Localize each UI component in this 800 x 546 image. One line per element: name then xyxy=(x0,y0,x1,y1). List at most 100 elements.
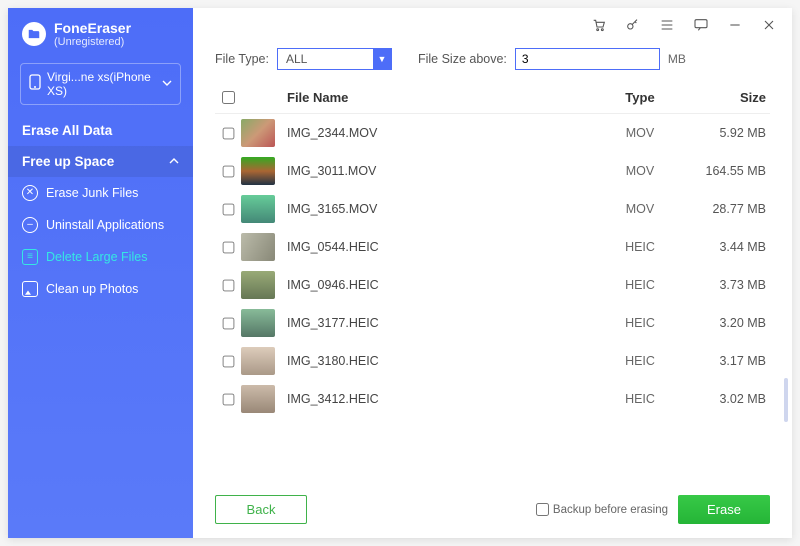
table-row[interactable]: IMG_0946.HEICHEIC3.73 MB xyxy=(215,266,770,304)
sidebar-item-label: Erase Junk Files xyxy=(46,186,138,200)
file-list: IMG_2344.MOVMOV5.92 MBIMG_3011.MOVMOV164… xyxy=(215,114,770,483)
row-checkbox[interactable] xyxy=(222,279,234,291)
backup-before-erasing[interactable]: Backup before erasing xyxy=(536,503,668,516)
brand-subtitle: (Unregistered) xyxy=(54,36,131,49)
back-button[interactable]: Back xyxy=(215,495,307,524)
file-name: IMG_3177.HEIC xyxy=(287,316,600,330)
brand-title: FoneEraser xyxy=(54,20,131,36)
thumbnail-icon xyxy=(241,271,275,299)
file-type: HEIC xyxy=(600,278,680,292)
table-row[interactable]: IMG_3011.MOVMOV164.55 MB xyxy=(215,152,770,190)
dropdown-arrow-icon[interactable]: ▼ xyxy=(373,49,391,69)
device-selector[interactable]: Virgi...ne xs(iPhone XS) xyxy=(20,63,181,105)
row-checkbox[interactable] xyxy=(222,241,234,253)
file-type: HEIC xyxy=(600,240,680,254)
file-name: IMG_0544.HEIC xyxy=(287,240,600,254)
chevron-down-icon xyxy=(162,77,172,91)
file-name: IMG_2344.MOV xyxy=(287,126,600,140)
photo-icon xyxy=(22,281,38,297)
file-size-input[interactable] xyxy=(515,48,660,70)
sidebar-item-junk-files[interactable]: ✕ Erase Junk Files xyxy=(8,177,193,209)
file-size: 3.02 MB xyxy=(680,392,770,406)
titlebar-controls xyxy=(590,16,778,34)
scrollbar-thumb[interactable] xyxy=(784,378,788,422)
feedback-icon[interactable] xyxy=(692,16,710,34)
thumbnail-icon xyxy=(241,309,275,337)
table-header: File Name Type Size xyxy=(215,84,770,114)
sidebar-item-clean-photos[interactable]: Clean up Photos xyxy=(8,273,193,305)
file-name: IMG_0946.HEIC xyxy=(287,278,600,292)
row-checkbox[interactable] xyxy=(222,393,234,405)
cart-icon[interactable] xyxy=(590,16,608,34)
brand-logo-icon xyxy=(22,22,46,46)
file-type: HEIC xyxy=(600,392,680,406)
sidebar-item-large-files[interactable]: ≡ Delete Large Files xyxy=(8,241,193,273)
thumbnail-icon xyxy=(241,195,275,223)
col-name: File Name xyxy=(287,90,600,105)
minimize-icon[interactable] xyxy=(726,16,744,34)
thumbnail-icon xyxy=(241,347,275,375)
file-size: 28.77 MB xyxy=(680,202,770,216)
phone-icon xyxy=(29,74,41,93)
backup-checkbox[interactable] xyxy=(536,503,549,516)
close-icon[interactable] xyxy=(760,16,778,34)
file-size: 164.55 MB xyxy=(680,164,770,178)
file-size-unit: MB xyxy=(668,52,686,66)
row-checkbox[interactable] xyxy=(222,127,234,139)
sidebar-erase-all[interactable]: Erase All Data xyxy=(8,115,193,146)
sidebar-item-uninstall[interactable]: – Uninstall Applications xyxy=(8,209,193,241)
table-row[interactable]: IMG_0544.HEICHEIC3.44 MB xyxy=(215,228,770,266)
file-name: IMG_3412.HEIC xyxy=(287,392,600,406)
file-name: IMG_3180.HEIC xyxy=(287,354,600,368)
main-panel: File Type: ALL ▼ File Size above: MB Fil… xyxy=(193,8,792,538)
file-type: HEIC xyxy=(600,354,680,368)
file-type: HEIC xyxy=(600,316,680,330)
footer: Back Backup before erasing Erase xyxy=(215,483,770,524)
erase-button[interactable]: Erase xyxy=(678,495,770,524)
chevron-up-icon xyxy=(169,154,179,169)
sidebar-item-label: Delete Large Files xyxy=(46,250,147,264)
app-window: FoneEraser (Unregistered) Virgi...ne xs(… xyxy=(8,8,792,538)
filter-bar: File Type: ALL ▼ File Size above: MB xyxy=(215,48,770,70)
file-type: MOV xyxy=(600,126,680,140)
table-row[interactable]: IMG_3412.HEICHEIC3.02 MB xyxy=(215,380,770,418)
table-row[interactable]: IMG_3180.HEICHEIC3.17 MB xyxy=(215,342,770,380)
device-name: Virgi...ne xs(iPhone XS) xyxy=(47,70,156,98)
file-type: MOV xyxy=(600,164,680,178)
uninstall-icon: – xyxy=(22,217,38,233)
select-all-checkbox[interactable] xyxy=(222,91,235,104)
file-type-value: ALL xyxy=(278,49,373,69)
file-size: 5.92 MB xyxy=(680,126,770,140)
brand: FoneEraser (Unregistered) xyxy=(8,8,193,59)
thumbnail-icon xyxy=(241,385,275,413)
files-icon: ≡ xyxy=(22,249,38,265)
sidebar: FoneEraser (Unregistered) Virgi...ne xs(… xyxy=(8,8,193,538)
file-name: IMG_3011.MOV xyxy=(287,164,600,178)
clock-icon: ✕ xyxy=(22,185,38,201)
file-size: 3.73 MB xyxy=(680,278,770,292)
file-size: 3.17 MB xyxy=(680,354,770,368)
backup-label: Backup before erasing xyxy=(553,504,668,516)
table-row[interactable]: IMG_3177.HEICHEIC3.20 MB xyxy=(215,304,770,342)
file-type: MOV xyxy=(600,202,680,216)
file-type-label: File Type: xyxy=(215,52,269,66)
thumbnail-icon xyxy=(241,157,275,185)
row-checkbox[interactable] xyxy=(222,355,234,367)
sidebar-item-label: Clean up Photos xyxy=(46,282,138,296)
col-type: Type xyxy=(600,90,680,105)
menu-icon[interactable] xyxy=(658,16,676,34)
sidebar-free-up-space[interactable]: Free up Space xyxy=(8,146,193,177)
table-row[interactable]: IMG_3165.MOVMOV28.77 MB xyxy=(215,190,770,228)
key-icon[interactable] xyxy=(624,16,642,34)
row-checkbox[interactable] xyxy=(222,165,234,177)
thumbnail-icon xyxy=(241,119,275,147)
file-name: IMG_3165.MOV xyxy=(287,202,600,216)
row-checkbox[interactable] xyxy=(222,317,234,329)
row-checkbox[interactable] xyxy=(222,203,234,215)
table-row[interactable]: IMG_2344.MOVMOV5.92 MB xyxy=(215,114,770,152)
file-type-select[interactable]: ALL ▼ xyxy=(277,48,392,70)
thumbnail-icon xyxy=(241,233,275,261)
file-size: 3.44 MB xyxy=(680,240,770,254)
col-size: Size xyxy=(680,90,770,105)
file-size-label: File Size above: xyxy=(418,52,507,66)
